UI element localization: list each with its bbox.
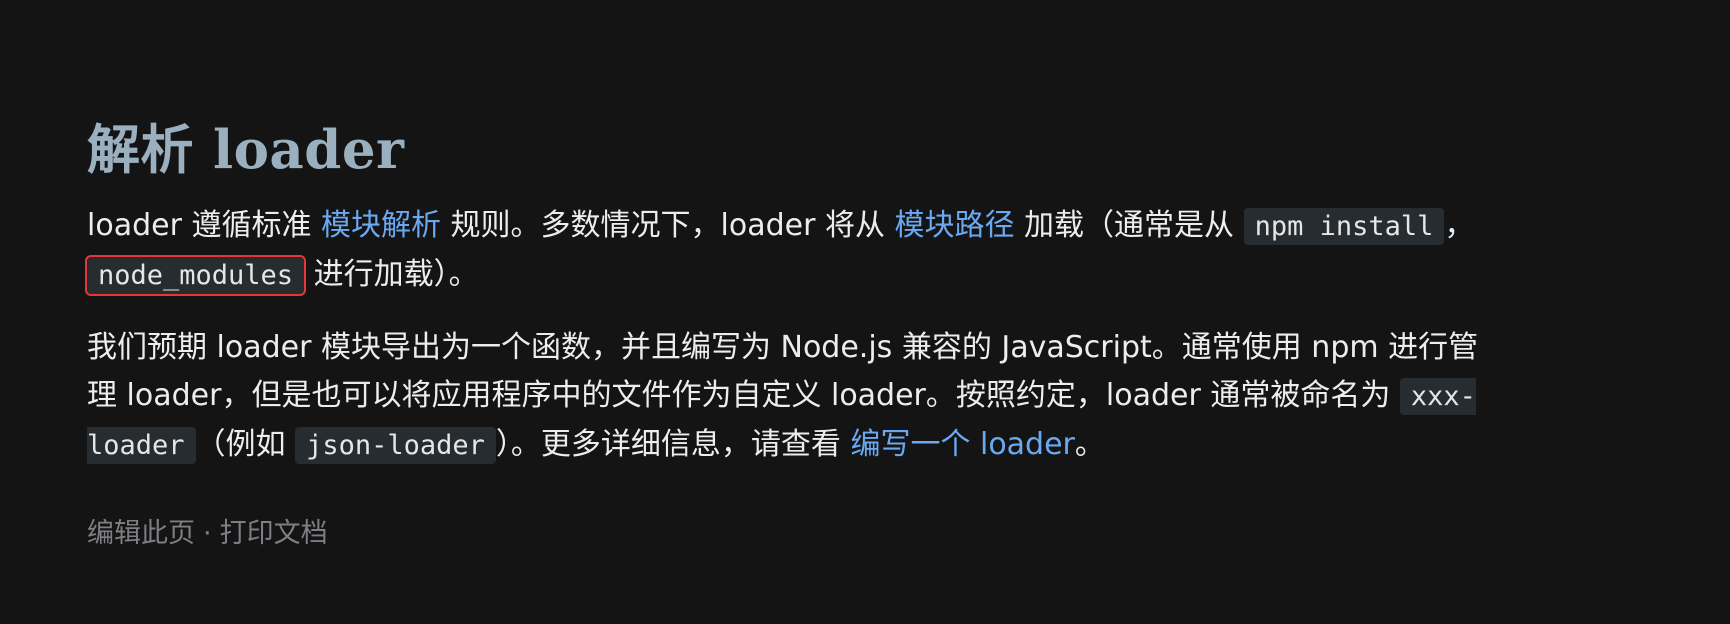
page-footer-links: 编辑此页 · 打印文档: [87, 514, 1497, 554]
footer-separator: ·: [203, 518, 212, 549]
text: （例如: [195, 427, 296, 462]
writing-a-loader-link[interactable]: 编写一个 loader: [850, 427, 1074, 462]
inline-code-npm-install: npm install: [1243, 208, 1445, 245]
paragraph-loader-module: 我们预期 loader 模块导出为一个函数，并且编写为 Node.js 兼容的 …: [87, 324, 1497, 470]
text: 加载（通常是从: [1014, 208, 1244, 243]
print-document-link[interactable]: 打印文档: [220, 518, 328, 549]
text: 进行加载）。: [304, 257, 479, 292]
inline-code-node-modules: node_modules: [84, 255, 307, 296]
text: 我们预期 loader 模块导出为一个函数，并且编写为 Node.js 兼容的 …: [87, 330, 1479, 413]
text: ）。更多详细信息，请查看: [495, 427, 851, 462]
text: loader 遵循标准: [87, 208, 321, 243]
section-heading: 解析 loader: [87, 119, 405, 181]
module-resolution-link[interactable]: 模块解析: [321, 208, 441, 243]
text: 规则。多数情况下，loader 将从: [440, 208, 895, 243]
module-path-link[interactable]: 模块路径: [895, 208, 1015, 243]
edit-page-link[interactable]: 编辑此页: [87, 518, 195, 549]
paragraph-module-resolution: loader 遵循标准 模块解析 规则。多数情况下，loader 将从 模块路径…: [84, 202, 1497, 300]
text: 。: [1074, 427, 1105, 462]
doc-section: 解析 loader loader 遵循标准 模块解析 规则。多数情况下，load…: [84, 112, 1497, 554]
inline-code-json-loader: json-loader: [295, 427, 496, 464]
text: ，: [1444, 208, 1475, 243]
